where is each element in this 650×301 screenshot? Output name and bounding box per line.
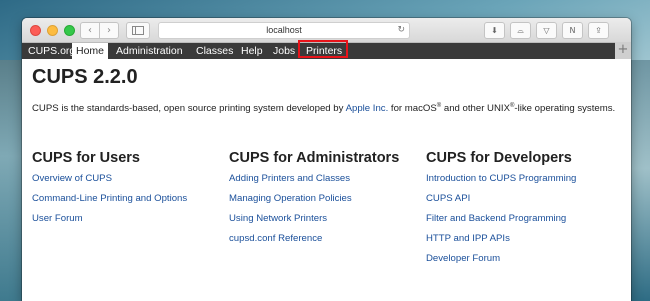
http-ipp-link[interactable]: HTTP and IPP APIs xyxy=(426,233,616,245)
users-column: CUPS for Users Overview of CUPS Command-… xyxy=(32,150,222,233)
reload-icon[interactable]: ↻ xyxy=(397,23,405,38)
user-forum-link[interactable]: User Forum xyxy=(32,213,222,225)
intro-paragraph: CUPS is the standards-based, open source… xyxy=(32,100,617,115)
filter-backend-link[interactable]: Filter and Backend Programming xyxy=(426,213,616,225)
developer-forum-link[interactable]: Developer Forum xyxy=(426,253,616,265)
intro-text-start: CUPS is the standards-based, open source… xyxy=(32,103,346,115)
administrators-column: CUPS for Administrators Adding Printers … xyxy=(229,150,419,253)
administrators-heading: CUPS for Administrators xyxy=(229,150,400,166)
operation-policies-link[interactable]: Managing Operation Policies xyxy=(229,193,419,205)
desktop-background-left xyxy=(0,60,22,301)
command-line-link[interactable]: Command-Line Printing and Options xyxy=(32,193,222,205)
pocket-icon[interactable]: ▽ xyxy=(536,22,557,39)
adding-printers-link[interactable]: Adding Printers and Classes xyxy=(229,173,419,185)
desktop-background-right xyxy=(628,60,650,301)
history-nav: ‹ › xyxy=(80,22,119,39)
developers-column: CUPS for Developers Introduction to CUPS… xyxy=(426,150,616,273)
browser-extension-toolbar: ⬇ ⌓ ▽ N ⇪ xyxy=(484,22,609,39)
overview-link[interactable]: Overview of CUPS xyxy=(32,173,222,185)
share-icon[interactable]: ⇪ xyxy=(588,22,609,39)
new-tab-button[interactable]: + xyxy=(615,42,631,59)
back-button[interactable]: ‹ xyxy=(80,22,100,39)
address-bar[interactable]: localhost ↻ xyxy=(158,22,410,39)
nav-cups-org[interactable]: CUPS.org xyxy=(24,43,79,59)
cups-programming-link[interactable]: Introduction to CUPS Programming xyxy=(426,173,616,185)
network-printers-link[interactable]: Using Network Printers xyxy=(229,213,419,225)
cupsd-conf-link[interactable]: cupsd.conf Reference xyxy=(229,233,419,245)
onenote-icon[interactable]: N xyxy=(562,22,583,39)
sidebar-toggle-button[interactable] xyxy=(126,22,150,39)
page-title: CUPS 2.2.0 xyxy=(32,66,138,88)
nav-jobs[interactable]: Jobs xyxy=(269,43,299,59)
address-bar-url: localhost xyxy=(266,25,302,35)
nav-classes[interactable]: Classes xyxy=(192,43,237,59)
forward-button[interactable]: › xyxy=(100,22,119,39)
downloads-icon[interactable]: ⬇ xyxy=(484,22,505,39)
intro-text-end: -like operating systems. xyxy=(514,103,616,115)
nav-home[interactable]: Home xyxy=(72,43,109,59)
close-window-button[interactable] xyxy=(30,25,41,36)
sidebar-icon xyxy=(132,26,144,35)
intro-text-unix: and other UNIX xyxy=(441,103,510,115)
extension-icon[interactable]: ⌓ xyxy=(510,22,531,39)
apple-inc-link[interactable]: Apple Inc. xyxy=(346,103,389,114)
cups-api-link[interactable]: CUPS API xyxy=(426,193,616,205)
nav-administration[interactable]: Administration xyxy=(112,43,187,59)
minimize-window-button[interactable] xyxy=(47,25,58,36)
printers-highlight-box xyxy=(298,40,348,58)
browser-window: ‹ › localhost ↻ ⬇ ⌓ ▽ N ⇪ + CUPS.org Hom… xyxy=(22,18,631,301)
intro-text-macos: for macOS xyxy=(388,103,437,115)
window-controls xyxy=(30,25,75,36)
zoom-window-button[interactable] xyxy=(64,25,75,36)
nav-help[interactable]: Help xyxy=(237,43,267,59)
users-heading: CUPS for Users xyxy=(32,150,140,166)
developers-heading: CUPS for Developers xyxy=(426,150,572,166)
